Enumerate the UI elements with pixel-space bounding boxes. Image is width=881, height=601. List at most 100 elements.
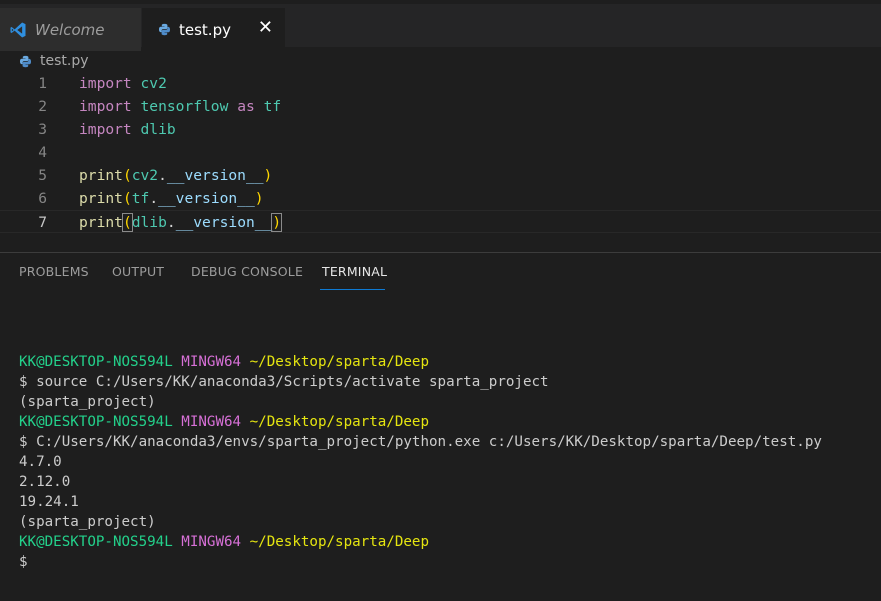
code-text: print(cv2.__version__)	[79, 164, 272, 187]
terminal-token: (sparta_project)	[19, 394, 156, 410]
vscode-icon	[10, 22, 26, 37]
code-token: import	[79, 75, 132, 92]
line-number: 7	[38, 214, 47, 231]
code-token: __version__	[166, 167, 264, 184]
terminal-output[interactable]: KK@DESKTOP-NOS594L MINGW64 ~/Desktop/spa…	[19, 352, 822, 572]
terminal-line: $ source C:/Users/KK/anaconda3/Scripts/a…	[19, 372, 822, 392]
code-token: print	[79, 190, 123, 207]
terminal-token: MINGW64	[181, 414, 242, 430]
code-token: tf	[263, 98, 282, 115]
close-icon[interactable]: ✕	[258, 18, 273, 38]
terminal-line: 2.12.0	[19, 472, 822, 492]
line-number: 2	[38, 98, 47, 115]
terminal-token: 2.12.0	[19, 474, 71, 490]
code-token: (	[122, 190, 132, 207]
code-token: import	[79, 121, 132, 138]
code-token: .	[149, 190, 159, 207]
line-number: 5	[38, 167, 47, 184]
terminal-token: MINGW64	[181, 534, 242, 550]
code-token: .	[166, 214, 176, 231]
terminal-token: (sparta_project)	[19, 514, 156, 530]
terminal-token: MINGW64	[181, 354, 242, 370]
code-token: __version__	[175, 214, 273, 231]
code-text: import tensorflow as tf	[79, 95, 281, 118]
code-line[interactable]: 4	[0, 141, 881, 164]
terminal-token: 19.24.1	[19, 494, 79, 510]
code-line[interactable]: 7 print(dlib.__version__)	[0, 210, 881, 233]
tab-test-py-label: test.py	[179, 20, 231, 39]
tab-welcome-label: Welcome	[35, 20, 105, 39]
code-text: print(dlib.__version__)	[79, 211, 283, 234]
python-icon	[19, 55, 32, 67]
breadcrumb[interactable]: test.py	[19, 51, 89, 71]
code-line[interactable]: 6 print(tf.__version__)	[0, 187, 881, 210]
code-token: as	[237, 98, 255, 115]
code-line[interactable]: 1 import cv2	[0, 72, 881, 95]
line-number: 1	[38, 75, 47, 92]
code-token: tensorflow	[140, 98, 229, 115]
code-token: )	[263, 167, 273, 184]
terminal-token: ~/Desktop/sparta/Deep	[249, 534, 430, 550]
terminal-line: 19.24.1	[19, 492, 822, 512]
code-token: import	[79, 98, 132, 115]
terminal-token: KK@DESKTOP-NOS594L	[19, 354, 173, 370]
code-line[interactable]: 5 print(cv2.__version__)	[0, 164, 881, 187]
editor-tab-bar: Welcome test.py ✕	[0, 0, 881, 51]
breadcrumb-file: test.py	[40, 53, 89, 69]
terminal-token: KK@DESKTOP-NOS594L	[19, 534, 173, 550]
terminal-token: ~/Desktop/sparta/Deep	[249, 414, 430, 430]
terminal-line: KK@DESKTOP-NOS594L MINGW64 ~/Desktop/spa…	[19, 352, 822, 372]
active-tab-indicator	[320, 289, 385, 290]
terminal-line: (sparta_project)	[19, 392, 822, 412]
code-token: )	[271, 213, 283, 232]
code-line[interactable]: 2 import tensorflow as tf	[0, 95, 881, 118]
code-token: (	[122, 167, 132, 184]
code-line[interactable]: 3 import dlib	[0, 118, 881, 141]
code-token: __version__	[158, 190, 255, 207]
terminal-token: $ source C:/Users/KK/anaconda3/Scripts/a…	[19, 374, 549, 390]
tab-terminal[interactable]: TERMINAL	[322, 264, 387, 279]
terminal-line: $ C:/Users/KK/anaconda3/envs/sparta_proj…	[19, 432, 822, 452]
terminal-line: (sparta_project)	[19, 512, 822, 532]
code-token: dlib	[140, 121, 176, 138]
code-token: cv2	[140, 75, 167, 92]
line-number: 4	[38, 144, 47, 161]
code-token: cv2	[131, 167, 159, 184]
terminal-line: $	[19, 552, 822, 572]
terminal-line: 4.7.0	[19, 452, 822, 472]
tab-test-py[interactable]: test.py ✕	[142, 8, 285, 51]
tab-debug-console[interactable]: DEBUG CONSOLE	[191, 264, 303, 279]
tab-problems[interactable]: PROBLEMS	[19, 264, 89, 279]
terminal-token: $	[19, 554, 28, 570]
code-text: print(tf.__version__)	[79, 187, 264, 210]
code-token: .	[158, 167, 167, 184]
code-editor[interactable]: 1 import cv2 2 import tensorflow as tf 3 impo…	[0, 72, 881, 248]
code-token: print	[79, 167, 123, 184]
tab-output[interactable]: OUTPUT	[112, 264, 164, 279]
terminal-line: KK@DESKTOP-NOS594L MINGW64 ~/Desktop/spa…	[19, 412, 822, 432]
line-number: 3	[38, 121, 47, 138]
code-token: )	[254, 190, 264, 207]
code-token: (	[121, 213, 133, 232]
code-token: print	[79, 214, 123, 231]
code-token: dlib	[131, 214, 167, 231]
terminal-token: 4.7.0	[19, 454, 62, 470]
panel-divider	[0, 252, 881, 253]
terminal-token: $ C:/Users/KK/anaconda3/envs/sparta_proj…	[19, 434, 822, 450]
terminal-line: KK@DESKTOP-NOS594L MINGW64 ~/Desktop/spa…	[19, 532, 822, 552]
tab-welcome[interactable]: Welcome	[0, 8, 141, 51]
code-text: import dlib	[79, 118, 176, 141]
terminal-token: ~/Desktop/sparta/Deep	[249, 354, 430, 370]
code-token: tf	[131, 190, 150, 207]
line-number: 6	[38, 190, 47, 207]
